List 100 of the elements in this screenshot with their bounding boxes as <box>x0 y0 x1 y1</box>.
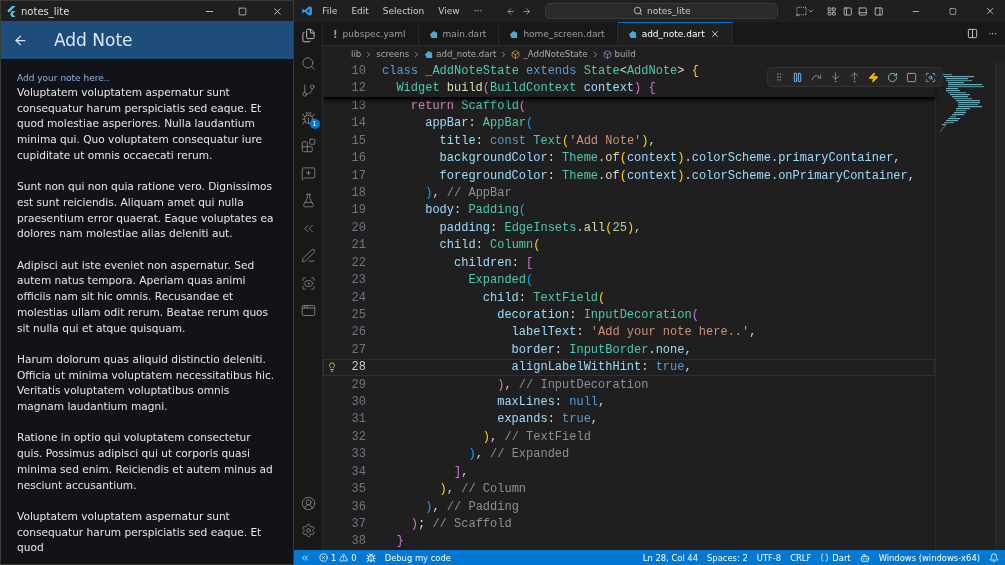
line-number: 23 <box>350 273 366 288</box>
line-number: 28 <box>350 360 366 375</box>
menu-item[interactable]: ··· <box>469 4 487 18</box>
robot-icon[interactable] <box>859 552 870 563</box>
window-icon[interactable] <box>300 303 316 318</box>
code-line: child: TextField( <box>481 290 606 305</box>
code-line: class _AddNoteState extends State<AddNote> { <box>382 63 699 78</box>
line-number: 17 <box>350 168 366 183</box>
breadcrumb-item[interactable]: _AddNoteState <box>523 49 588 59</box>
step-out-icon[interactable] <box>849 71 860 83</box>
layout-icon[interactable] <box>827 5 837 17</box>
scan-icon[interactable] <box>300 275 316 291</box>
menu-item[interactable]: File <box>318 4 342 18</box>
search-icon <box>633 6 644 16</box>
line-number: 29 <box>350 377 366 392</box>
settings-icon[interactable] <box>300 523 316 538</box>
extensions-icon[interactable] <box>300 138 316 153</box>
method-icon <box>602 49 612 59</box>
line-number: 19 <box>350 203 366 218</box>
code-line: maxLines: null, <box>496 395 606 410</box>
debug-icon[interactable] <box>300 110 316 126</box>
code-line: ), // Expanded <box>467 447 570 462</box>
code-line: decoration: InputDecoration( <box>496 307 699 322</box>
caret-icon[interactable] <box>807 7 816 15</box>
code-line: child: Column( <box>438 238 541 253</box>
menu-item[interactable]: Edit <box>347 4 373 18</box>
split-editor-icon[interactable] <box>967 28 979 39</box>
chat-icon[interactable] <box>796 5 808 17</box>
search-icon[interactable] <box>300 55 316 71</box>
line-number: 13 <box>350 98 366 113</box>
line-number: 36 <box>350 499 366 514</box>
status-item[interactable]: Windows (windows-x64) <box>878 552 980 563</box>
maximize-icon[interactable] <box>238 6 247 16</box>
language-mode[interactable]: Dart <box>820 552 851 563</box>
code-line: ), // TextField <box>481 429 591 444</box>
debug-status[interactable]: Debug my code <box>384 552 451 563</box>
note-field[interactable]: Add your note here.. Voluptatem voluptatem aspernatur sunt consequatur harum perspiciatis sed eaque. Et quod molestiae asperiores. Nulla laudantium minima qui. Quo voluptatem consequatur iure cupiditate ut omnis occaecati rerum. Sunt non qui non quia ratione vero. Dignissimos est sunt reiciendis. Aliquam amet qui nulla praesentium error quaerat. Eaque voluptates ea dolores nam molestiae alias deleniti aut. Adipisci aut iste eveniet non aspernatur. Sed autem natus tempora. Aperiam quas animi officiis nam sit hic omnis. Recusandae et molestias ullam odit rerum. Beatae rerum quos sit nulla qui et atque quisquam. Harum dolorum quas aliquid distinctio deleniti. Officia ut minima voluptatem necessitatibus hic. Veritatis voluptatem voluptatibus omnis magnam laudantium magni. Ratione in optio qui voluptatem consectetur quis. Possimus adipisci qui ut corporis quasi minima sed enim. Reiciendis et autem minus ad nesciunt accusantium. Voluptatem voluptatem aspernatur sunt consequatur harum perspiciatis sed eaque. Et quod <box>1 59 293 564</box>
code-line: ), // AppBar <box>424 186 512 200</box>
panel-toggle-icon[interactable] <box>858 5 868 17</box>
code-line: ), // Column <box>438 482 527 497</box>
forward-arrow-icon[interactable] <box>521 5 532 17</box>
step-into-icon[interactable] <box>830 71 841 83</box>
code-line: } <box>395 534 404 549</box>
inspect-icon[interactable] <box>925 71 936 83</box>
sidebar-toggle-icon[interactable] <box>842 5 853 17</box>
account-icon[interactable] <box>300 495 316 511</box>
chat-icon[interactable] <box>300 165 316 181</box>
line-number: 35 <box>350 482 366 497</box>
code-line: border: InputBorder.none, <box>510 342 692 357</box>
close-icon[interactable] <box>272 5 283 17</box>
breadcrumb-item[interactable]: lib <box>351 49 362 59</box>
line-number: 31 <box>350 412 366 427</box>
status-item[interactable]: Spaces: 2 <box>707 552 748 563</box>
status-item[interactable]: UTF-8 <box>756 552 782 563</box>
status-item[interactable]: Ln 28, Col 44 <box>642 552 699 563</box>
breadcrumb-item[interactable]: build <box>614 49 636 59</box>
notification-bell-icon[interactable] <box>989 552 999 563</box>
breadcrumb-item[interactable]: screens <box>376 49 410 59</box>
scrollbar[interactable] <box>995 62 1005 550</box>
code-line: backgroundColor: Theme.of(context).colorScheme.primaryContainer, <box>438 151 901 166</box>
line-number: 34 <box>350 464 366 479</box>
line-number: 27 <box>350 342 366 357</box>
code-line: ), // Padding <box>424 499 519 514</box>
status-item[interactable]: CRLF <box>790 552 812 563</box>
more-actions-button[interactable]: ··· <box>988 28 997 39</box>
flask-icon[interactable] <box>300 193 316 208</box>
code-line: padding: EdgeInsets.all(25), <box>438 220 642 235</box>
braces-icon <box>820 553 830 562</box>
line-number: 25 <box>350 307 366 322</box>
pen-icon[interactable] <box>300 248 316 263</box>
search-field[interactable]: notes_lite <box>545 3 779 19</box>
code-line: Widget build(BuildContext context) { <box>395 81 656 96</box>
code-line: appBar: AppBar( <box>424 116 534 131</box>
secondary-sidebar-icon[interactable] <box>873 5 884 17</box>
line-number: 20 <box>350 220 366 235</box>
grip-icon[interactable] <box>774 72 784 82</box>
menu-item[interactable]: Selection <box>378 4 429 18</box>
restart-icon[interactable] <box>887 71 898 83</box>
close-icon[interactable] <box>984 5 995 17</box>
breadcrumb-item[interactable]: add_note.dart <box>436 49 497 59</box>
close-icon[interactable] <box>709 29 720 39</box>
menu-item[interactable]: View <box>434 4 464 18</box>
error-icon <box>319 553 328 562</box>
back-arrow-icon[interactable] <box>506 5 516 17</box>
files-icon[interactable] <box>300 28 316 43</box>
lightning-icon[interactable] <box>868 71 879 83</box>
warning-icon <box>339 553 349 562</box>
stop-icon[interactable] <box>906 71 917 83</box>
pause-icon[interactable] <box>792 71 803 83</box>
line-number: 15 <box>350 133 366 148</box>
code-line: children: [ <box>453 255 534 270</box>
editor-tab[interactable]: add_note.dart <box>617 22 733 45</box>
class-icon <box>511 49 521 59</box>
problems-indicator[interactable]: 1 0 <box>319 552 357 563</box>
source-control-icon[interactable] <box>300 83 316 98</box>
code-line: Expanded( <box>467 273 534 288</box>
code-line: alignLabelWithHint: true, <box>510 360 692 375</box>
lightbulb-icon[interactable] <box>327 362 337 373</box>
warning-count: 0 <box>351 552 357 563</box>
maximize-icon[interactable] <box>948 6 957 16</box>
